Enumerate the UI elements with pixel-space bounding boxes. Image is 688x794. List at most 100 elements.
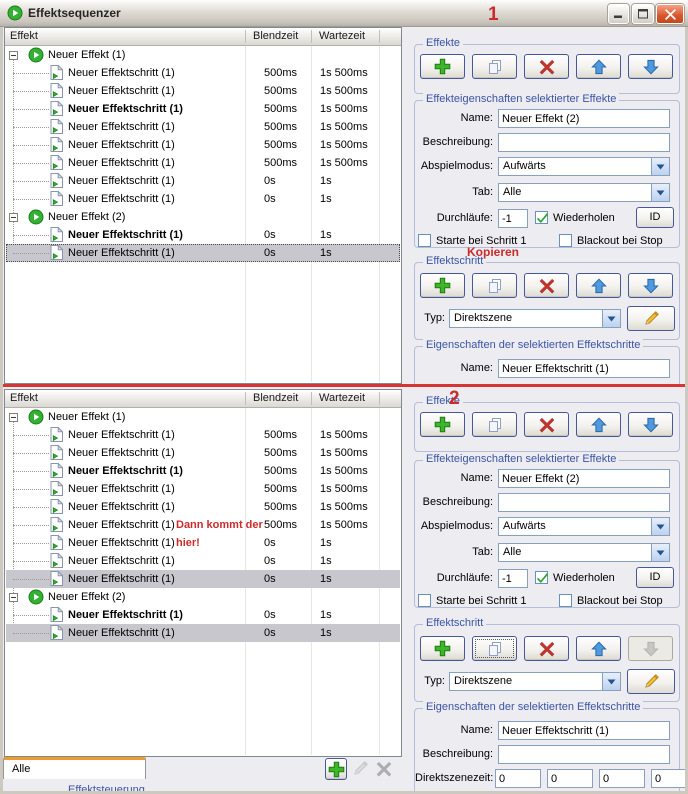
delete-button[interactable] — [524, 273, 569, 298]
step-row[interactable]: Neuer Effektschritt (1)500ms1s 500ms — [6, 498, 400, 516]
column-header-wartezeit[interactable]: Wartezeit — [319, 390, 365, 407]
step-row[interactable]: Neuer Effektschritt (1)0s1s — [6, 190, 400, 208]
copy-button[interactable] — [472, 412, 517, 437]
column-header-effekt[interactable]: Effekt — [10, 390, 38, 407]
direktszenezeit-input-4[interactable] — [651, 769, 688, 788]
column-header-effekt[interactable]: Effekt — [10, 28, 38, 45]
step-row[interactable]: Neuer Effektschritt (1)Dann kommt der500… — [6, 516, 400, 534]
id-button[interactable]: ID — [636, 567, 674, 588]
play-icon — [28, 409, 44, 425]
move-down-button[interactable] — [628, 54, 673, 79]
step-row[interactable]: Neuer Effektschritt (1)0s1s — [6, 552, 400, 570]
blendzeit-value: 500ms — [264, 100, 297, 118]
copy-button[interactable] — [472, 636, 517, 661]
add-button[interactable] — [420, 273, 465, 298]
add-button[interactable] — [420, 636, 465, 661]
column-header-blendzeit[interactable]: Blendzeit — [253, 390, 298, 407]
step-row[interactable]: Neuer Effektschritt (1)500ms1s 500ms — [6, 426, 400, 444]
collapse-icon[interactable] — [9, 51, 18, 60]
add-button[interactable] — [420, 54, 465, 79]
add-button[interactable] — [325, 758, 347, 780]
copy-button[interactable] — [472, 273, 517, 298]
collapse-icon[interactable] — [9, 213, 18, 222]
effect-row[interactable]: Neuer Effekt (2) — [6, 588, 400, 606]
add-button[interactable] — [420, 412, 465, 437]
step-row[interactable]: Neuer Effektschritt (1)500ms1s 500ms — [6, 100, 400, 118]
step-row[interactable]: Neuer Effektschritt (1)500ms1s 500ms — [6, 118, 400, 136]
durchlaeufe-input[interactable] — [498, 209, 528, 228]
step-row[interactable]: Neuer Effektschritt (1)0s1s — [6, 172, 400, 190]
step-row[interactable]: Neuer Effektschritt (1)500ms1s 500ms — [6, 462, 400, 480]
tab-label: Tab: — [415, 543, 493, 562]
wartezeit-value: 1s — [320, 552, 332, 570]
move-down-button[interactable] — [628, 273, 673, 298]
step-row[interactable]: Neuer Effektschritt (1)500ms1s 500ms — [6, 444, 400, 462]
minimize-button[interactable] — [608, 4, 629, 24]
step-row[interactable]: Neuer Effektschritt (1)0s1s — [6, 244, 400, 262]
edit-button[interactable] — [627, 669, 675, 694]
effect-name-input[interactable] — [498, 469, 670, 488]
effect-row[interactable]: Neuer Effekt (1) — [6, 408, 400, 426]
step-row[interactable]: Neuer Effektschritt (1)500ms1s 500ms — [6, 154, 400, 172]
step-icon — [50, 65, 63, 80]
delete-button[interactable] — [524, 412, 569, 437]
effect-row[interactable]: Neuer Effekt (2) — [6, 208, 400, 226]
direktszenezeit-input-2[interactable] — [547, 769, 593, 788]
effekte-toolbar — [420, 412, 673, 437]
delete-button[interactable] — [524, 636, 569, 661]
direktszenezeit-input-1[interactable] — [495, 769, 541, 788]
wartezeit-value: 1s — [320, 624, 332, 642]
typ-select[interactable]: Direktszene — [449, 309, 621, 328]
step-row[interactable]: Neuer Effektschritt (1)0s1s — [6, 624, 400, 642]
wiederholen-checkbox[interactable] — [535, 211, 548, 224]
move-up-button[interactable] — [576, 273, 621, 298]
step-row[interactable]: Neuer Effektschritt (1)500ms1s 500ms — [6, 82, 400, 100]
effect-row[interactable]: Neuer Effekt (1) — [6, 46, 400, 64]
column-header-wartezeit[interactable]: Wartezeit — [319, 28, 365, 45]
step-row[interactable]: Neuer Effektschritt (1)500ms1s 500ms — [6, 64, 400, 82]
step-name-input[interactable] — [498, 721, 670, 740]
move-up-button[interactable] — [576, 54, 621, 79]
starte-bei-schritt-checkbox[interactable] — [418, 594, 431, 607]
wiederholen-checkbox[interactable] — [535, 571, 548, 584]
effect-description-input[interactable] — [498, 493, 670, 512]
effect-description-input[interactable] — [498, 133, 670, 152]
copy-button[interactable] — [472, 54, 517, 79]
move-down-button[interactable] — [628, 412, 673, 437]
maximize-button[interactable] — [632, 4, 654, 24]
tab-select[interactable]: Alle — [498, 183, 670, 202]
tab-select[interactable]: Alle — [498, 543, 670, 562]
column-header-blendzeit[interactable]: Blendzeit — [253, 28, 298, 45]
step-row[interactable]: Neuer Effektschritt (1)0s1s — [6, 606, 400, 624]
tree-connector — [13, 453, 49, 454]
collapse-icon[interactable] — [9, 413, 18, 422]
blackout-checkbox[interactable] — [559, 594, 572, 607]
step-row[interactable]: Neuer Effektschritt (1)500ms1s 500ms — [6, 480, 400, 498]
title-bar[interactable]: Effektsequenzer — [0, 0, 688, 27]
abspielmodus-select[interactable]: Aufwärts — [498, 517, 670, 536]
durchlaeufe-input[interactable] — [498, 569, 528, 588]
close-button[interactable] — [656, 4, 684, 24]
direktszenezeit-input-3[interactable] — [599, 769, 645, 788]
move-up-button[interactable] — [576, 412, 621, 437]
step-row[interactable]: Neuer Effektschritt (1)0s1s — [6, 226, 400, 244]
step-row[interactable]: Neuer Effektschritt (1)500ms1s 500ms — [6, 136, 400, 154]
step-row[interactable]: Neuer Effektschritt (1)0s1s — [6, 570, 400, 588]
starte-bei-schritt-checkbox[interactable] — [418, 234, 431, 247]
step-name-input[interactable] — [498, 359, 670, 378]
step-label: Neuer Effektschritt (1) — [68, 244, 175, 262]
effect-name-input[interactable] — [498, 109, 670, 128]
abspielmodus-select[interactable]: Aufwärts — [498, 157, 670, 176]
step-row[interactable]: Neuer Effektschritt (1)hier!0s1s — [6, 534, 400, 552]
typ-select[interactable]: Direktszene — [449, 672, 621, 691]
edit-button[interactable] — [627, 306, 675, 331]
alle-tab[interactable]: Alle — [3, 757, 146, 779]
move-up-button[interactable] — [576, 636, 621, 661]
step-description-input[interactable] — [498, 745, 670, 764]
blackout-checkbox[interactable] — [559, 234, 572, 247]
wartezeit-value: 1s 500ms — [320, 82, 368, 100]
collapse-icon[interactable] — [9, 593, 18, 602]
delete-button[interactable] — [524, 54, 569, 79]
step-label: Neuer Effektschritt (1) — [68, 64, 175, 82]
id-button[interactable]: ID — [636, 207, 674, 228]
